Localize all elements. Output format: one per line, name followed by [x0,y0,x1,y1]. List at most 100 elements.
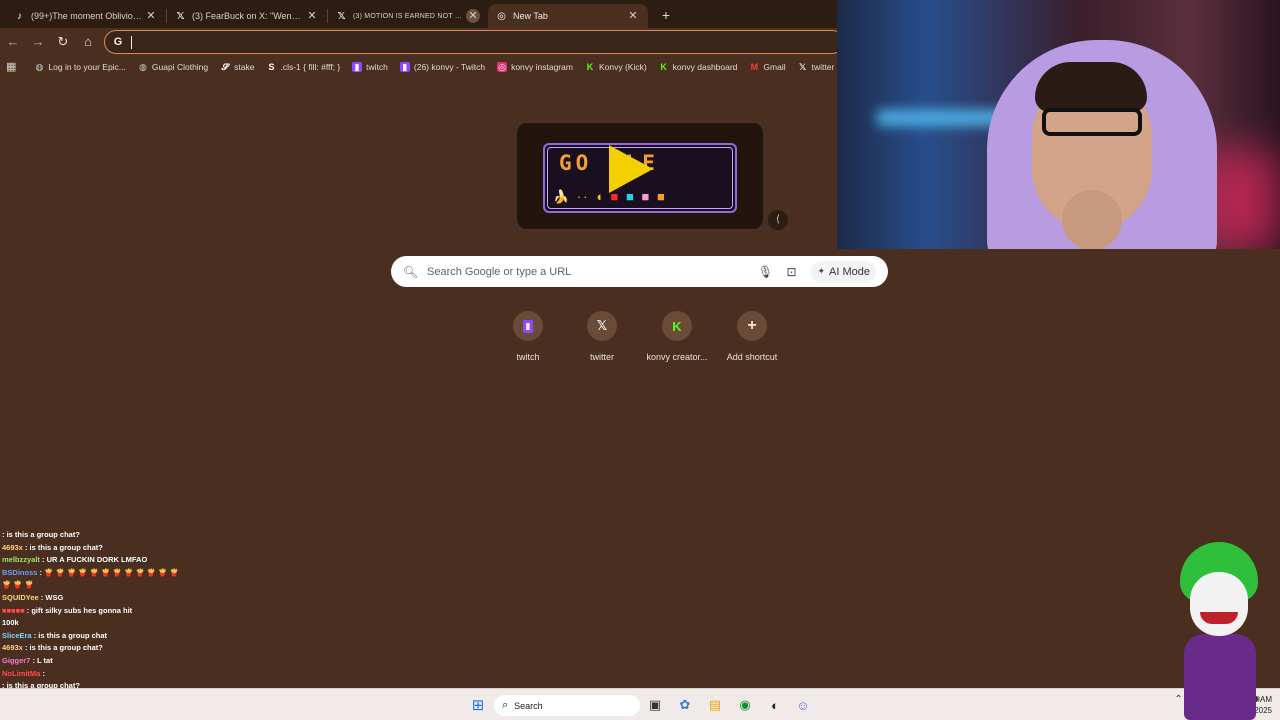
instagram-icon: ◎ [497,62,508,72]
file-explorer-icon[interactable]: ▤ [706,695,724,715]
s-icon: S [268,62,275,72]
chat-user: NoLimitMa [2,668,41,678]
tab-motion[interactable]: 𝕏 (3) MOTION IS EARNED NOT GIVEN ✕ [328,4,488,28]
browser-toolbar: ← → ↻ ⌂ G [0,28,844,56]
tab-title: (3) MOTION IS EARNED NOT GIVEN [353,12,466,20]
bookmark-epic[interactable]: ◍ Log in to your Epic... [34,62,125,72]
shortcut-twitch[interactable]: ▮ twitch [491,311,565,362]
chat-text: : [42,668,45,678]
chat-user: melbzzyalt [2,555,40,565]
google-lens-icon[interactable]: ⊡ [781,262,801,282]
search-icon: 🔍︎ [403,264,419,279]
shortcut-twitter[interactable]: 𝕏 twitter [565,311,639,362]
x-icon: 𝕏 [587,311,617,341]
task-view-icon[interactable]: ▣ [646,695,664,715]
chat-message: : is this a group chat? [0,529,300,542]
forward-button[interactable]: → [26,30,50,54]
bookmark-gmail[interactable]: M Gmail [749,62,786,72]
tab-fearbuck[interactable]: 𝕏 (3) FearBuck on X: "Wendy Orte ✕ [167,4,327,28]
close-icon[interactable]: ✕ [626,9,640,23]
chat-text: : is this a group chat? [24,542,103,552]
bookmark-instagram[interactable]: ◎ konvy instagram [497,62,573,72]
bookmark-konvy-twitch[interactable]: ▮ (26) konvy - Twitch [399,62,485,72]
google-doodle[interactable]: GO GLE 🍌 ·· ◖ ■ ■ ■ ■ [517,123,763,229]
x-icon: 𝕏 [176,10,185,22]
copilot-icon[interactable]: ✿ [676,695,694,715]
chat-message: 100k [0,617,300,630]
apps-grid-icon[interactable]: ▦ [6,60,16,74]
windows-taskbar: ⊞ ⌕ Search ▣ ✿ ▤ ◉ ◐ ☺ ⌃ ⬡ 🎙︎ ▭ 🔊︎ 20 AM… [0,688,1280,720]
twitch-icon: ▮ [399,62,410,72]
shortcut-konvy-creator[interactable]: K konvy creator... [640,311,714,362]
taskbar-search[interactable]: ⌕ Search [494,695,640,716]
bookmark-label: .cls-1 { fill: #fff; } [280,62,341,72]
x-icon: 𝕏 [337,10,346,22]
close-icon[interactable]: ✕ [305,9,319,23]
bookmark-label: twitch [366,62,388,72]
text-caret [131,35,132,49]
twitch-icon: ▮ [513,311,543,341]
globe-icon: ◍ [138,62,147,72]
chat-message: melbzzyalt : UR A FUCKIN DORK LMFAO [0,554,300,567]
kick-icon: K [662,311,692,341]
streamer-glasses [1042,108,1142,136]
bookmark-konvy-dashboard[interactable]: Kkonvy dashboard [659,62,737,72]
obs-icon[interactable]: ◐ [766,695,784,715]
google-search-box[interactable]: 🔍︎ 🎙︎ ⊡ ✦ AI Mode [391,256,888,287]
search-input[interactable] [427,265,750,278]
chat-text: 100k [2,618,19,628]
chat-message: SQUIDYee : WSG [0,592,300,605]
ai-mode-button[interactable]: ✦ AI Mode [811,260,876,283]
chat-message: NoLimitMa : [0,668,300,681]
shortcut-label: Add shortcut [726,352,778,362]
x-icon: 𝕏 [798,62,807,72]
taskbar-search-label: Search [514,700,543,711]
close-icon[interactable]: ✕ [144,9,158,23]
ai-mode-label: AI Mode [829,265,870,278]
twitch-icon: ▮ [352,62,363,72]
address-bar[interactable]: G [104,30,844,54]
close-icon[interactable]: ✕ [466,9,480,23]
google-icon: G [113,36,123,48]
discord-icon[interactable]: ☺ [794,695,812,715]
chat-message: 🍟 🍟 🍟 [0,579,300,592]
webcam-overlay [837,0,1280,249]
chat-user: BSDinoss [2,567,38,577]
kick-icon: K [586,62,594,72]
bookmark-twitch[interactable]: ▮ twitch [352,62,388,72]
streamer-hair [1035,62,1147,112]
windows-start-icon[interactable]: ⊞ [468,695,488,715]
tab-title: (99+)The moment Oblivion PU [31,11,144,21]
bookmark-kick[interactable]: K Konvy (Kick) [585,62,647,72]
share-icon[interactable]: ⟨ [768,210,788,230]
chat-message: Gigger7 : L tat [0,655,300,668]
bookmark-cls[interactable]: S .cls-1 { fill: #fff; } [266,62,340,72]
chat-message: BSDinoss : 🍟 🍟 🍟 🍟 🍟 🍟 🍟 🍟 🍟 🍟 🍟 🍟 [0,567,300,580]
chrome-icon[interactable]: ◉ [736,695,754,715]
shortcut-label: konvy creator... [646,352,708,362]
reload-button[interactable]: ↻ [51,30,75,54]
chat-text: 🍟 🍟 🍟 [2,580,35,590]
tab-new-tab[interactable]: ◎ New Tab ✕ [488,4,648,28]
bookmark-stake[interactable]: 𝓢stake [220,62,255,72]
shortcut-add[interactable]: + Add shortcut [715,311,789,362]
bookmark-twitter[interactable]: 𝕏twitter [798,62,834,72]
home-button[interactable]: ⌂ [76,30,100,54]
ai-spark-icon: ✦ [817,266,826,276]
chat-user: 4693x [2,643,23,653]
chat-text: : WSG [40,592,64,602]
chat-text: : is this a group chat [33,630,108,640]
chat-text: : gift silky subs hes gonna hit [26,605,133,615]
streamer-hand [1062,190,1122,249]
microphone-icon[interactable]: 🎙︎ [755,262,775,282]
chrome-icon: ◎ [497,10,506,22]
back-button[interactable]: ← [1,30,25,54]
chat-text: : is this a group chat? [24,643,103,653]
pacman-sprites-icon: 🍌 ·· ◖ ■ ■ ■ ■ [553,189,667,204]
bookmark-guapi[interactable]: ◍ Guapi Clothing [138,62,208,72]
chat-message: ■■■■■ : gift silky subs hes gonna hit [0,605,300,618]
kick-icon: K [660,62,667,72]
chat-user: ■■■■■ [2,605,25,615]
tab-tiktok[interactable]: ♪ (99+)The moment Oblivion PU ✕ [6,4,166,28]
new-tab-button[interactable]: + [654,3,678,27]
